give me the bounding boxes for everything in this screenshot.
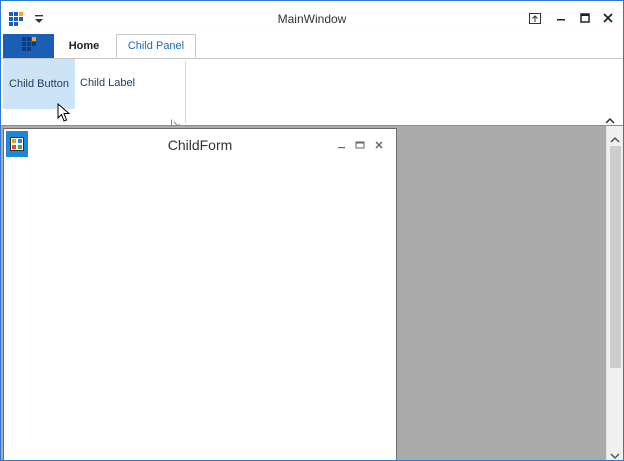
child-form-title-bar: ChildForm <box>4 129 396 159</box>
dialog-launcher-icon[interactable] <box>171 115 180 128</box>
ribbon-group-separator <box>185 61 186 123</box>
file-menu-icon <box>21 36 36 56</box>
main-window: MainWindow Home Child Panel Child Button… <box>0 0 624 461</box>
minimize-icon[interactable] <box>551 8 571 28</box>
child-form-window[interactable]: ChildForm <box>3 128 397 460</box>
child-button[interactable]: Child Button <box>3 59 75 109</box>
ribbon-panel: Child Button Child Label <box>1 59 623 128</box>
child-close-icon[interactable] <box>373 139 385 151</box>
collapse-ribbon-icon[interactable] <box>604 113 616 124</box>
ribbon-display-options-icon[interactable] <box>525 8 545 28</box>
close-icon[interactable] <box>598 8 618 28</box>
vertical-scrollbar[interactable] <box>606 126 623 460</box>
child-minimize-icon[interactable] <box>336 139 348 151</box>
tab-child-panel[interactable]: Child Panel <box>116 34 196 58</box>
scrollbar-thumb[interactable] <box>610 146 621 368</box>
file-menu-button[interactable] <box>3 34 54 58</box>
ribbon-tab-row: Home Child Panel <box>1 34 623 59</box>
scroll-down-icon[interactable] <box>610 447 620 460</box>
tab-home[interactable]: Home <box>59 34 109 58</box>
mdi-client-area: ChildForm <box>1 126 623 460</box>
child-label: Child Label <box>80 77 136 89</box>
maximize-icon[interactable] <box>575 8 595 28</box>
title-bar: MainWindow <box>1 1 623 35</box>
mouse-cursor-icon <box>57 102 71 123</box>
child-maximize-icon[interactable] <box>354 139 366 151</box>
scroll-up-icon[interactable] <box>610 131 620 143</box>
